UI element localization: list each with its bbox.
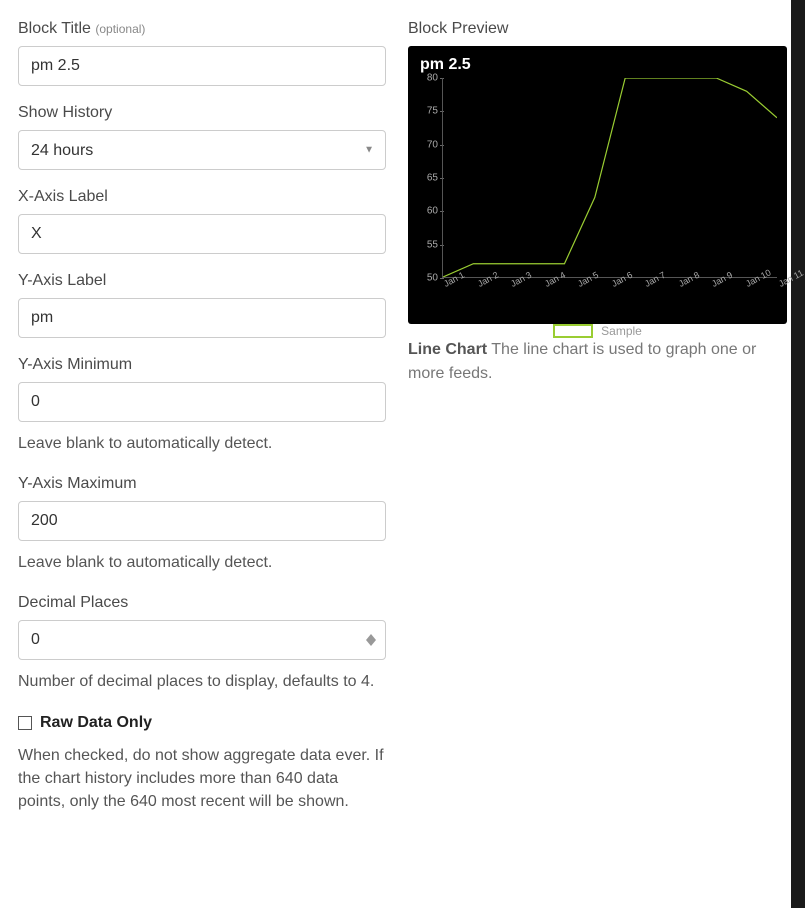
legend-swatch-icon <box>553 324 593 338</box>
chart-preview: pm 2.5 50 55 60 65 70 75 80 Jan 1Jan 2Jan 3Jan… <box>408 46 787 324</box>
y-min-help: Leave blank to automatically detect. <box>18 432 386 455</box>
raw-data-only-help: When checked, do not show aggregate data… <box>18 744 386 814</box>
raw-data-only-label: Raw Data Only <box>40 714 152 732</box>
y-axis-ticks: 50556065707580 <box>414 78 440 278</box>
y-tick-label: 75 <box>412 106 438 117</box>
preview-description: Line Chart The line chart is used to gra… <box>408 338 787 386</box>
chart-plot <box>442 78 777 278</box>
chart-area: 50556065707580 Jan 1Jan 2Jan 3Jan 4Jan 5… <box>414 78 781 318</box>
y-tick-label: 60 <box>412 206 438 217</box>
y-axis-label-input[interactable] <box>18 298 386 338</box>
y-min-input[interactable] <box>18 382 386 422</box>
decimal-places-label: Decimal Places <box>18 594 386 612</box>
x-axis-label-input[interactable] <box>18 214 386 254</box>
x-axis-label-label: X-Axis Label <box>18 188 386 206</box>
y-tick-label: 55 <box>412 239 438 250</box>
decimal-places-input[interactable] <box>18 620 386 660</box>
y-axis-label-label: Y-Axis Label <box>18 272 386 290</box>
y-tick-label: 50 <box>412 273 438 284</box>
show-history-select[interactable]: 24 hours <box>18 130 386 170</box>
preview-desc-bold: Line Chart <box>408 341 487 358</box>
y-min-label: Y-Axis Minimum <box>18 356 386 374</box>
checkbox-icon <box>18 716 32 730</box>
y-tick-label: 80 <box>412 73 438 84</box>
y-max-help: Leave blank to automatically detect. <box>18 551 386 574</box>
block-title-label: Block Title (optional) <box>18 20 386 38</box>
legend-label: Sample <box>601 324 642 338</box>
x-axis-ticks: Jan 1Jan 2Jan 3Jan 4Jan 5Jan 6Jan 7Jan 8… <box>442 278 777 298</box>
block-title-optional-hint: (optional) <box>95 22 145 36</box>
block-title-label-text: Block Title <box>18 20 91 37</box>
y-max-input[interactable] <box>18 501 386 541</box>
y-tick-label: 65 <box>412 173 438 184</box>
chart-title: pm 2.5 <box>414 54 781 76</box>
block-title-input[interactable] <box>18 46 386 86</box>
window-edge <box>791 0 805 908</box>
decimal-places-help: Number of decimal places to display, def… <box>18 670 386 693</box>
raw-data-only-checkbox[interactable]: Raw Data Only <box>18 714 386 732</box>
chart-legend: Sample <box>414 324 781 340</box>
y-tick-label: 70 <box>412 139 438 150</box>
y-max-label: Y-Axis Maximum <box>18 475 386 493</box>
form-column: Block Title (optional) Show History 24 h… <box>18 20 386 833</box>
preview-column: Block Preview pm 2.5 50 55 60 65 70 75 80 Jan … <box>408 20 787 386</box>
show-history-label: Show History <box>18 104 386 122</box>
chart-svg <box>443 78 777 277</box>
preview-heading: Block Preview <box>408 20 787 38</box>
